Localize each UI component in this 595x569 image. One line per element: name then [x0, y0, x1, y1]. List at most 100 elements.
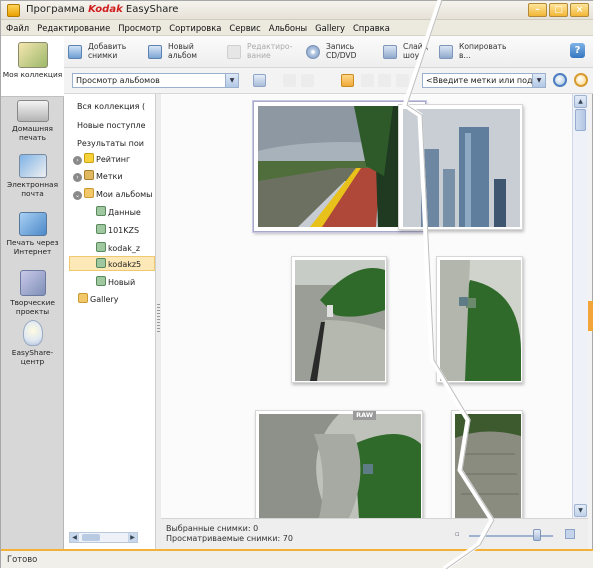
tag-search-input[interactable]: <Введите метки или под ▼ — [422, 73, 546, 88]
splitter-grip[interactable] — [157, 304, 160, 334]
nav-online-print-label: Печать через Интернет — [6, 238, 59, 256]
embankment-rotated-photo — [440, 260, 521, 381]
title-bar[interactable]: Программа Kodak EasyShare – □ × — [1, 1, 593, 20]
collapse-icon[interactable]: ⌄ — [73, 191, 82, 200]
zoom-out-icon[interactable]: ▫ — [455, 530, 463, 538]
raw-badge: RAW — [353, 411, 376, 420]
new-album-label: Новый альбом — [168, 42, 198, 60]
slideshow-icon — [383, 45, 397, 59]
skyscrapers-photo — [403, 109, 520, 227]
embankment-raw-photo — [259, 414, 421, 518]
tree-item-album-selected[interactable]: kodakz5 — [69, 256, 155, 271]
nav-easyshare-center-label: EasyShare-центр — [11, 348, 54, 366]
vertical-scroll-thumb[interactable] — [575, 109, 586, 131]
view-mode-value: Просмотр альбомов — [76, 76, 160, 85]
promenade-photo — [258, 106, 421, 227]
tree-item-album[interactable]: 101KZS — [96, 223, 139, 238]
menu-view[interactable]: Просмотр — [118, 23, 161, 33]
chevron-down-icon: ▼ — [225, 74, 238, 87]
scroll-up-icon[interactable]: ▲ — [574, 95, 587, 108]
scroll-down-icon[interactable]: ▼ — [574, 504, 587, 517]
thumbnail-embankment[interactable] — [291, 256, 387, 383]
tree-item-search-results[interactable]: Результаты пои — [77, 136, 144, 151]
thumbnail-embankment-rotated[interactable] — [436, 256, 523, 383]
expand-icon[interactable]: › — [73, 156, 82, 165]
edit-icon — [227, 45, 241, 59]
menu-gallery[interactable]: Gallery — [315, 23, 345, 33]
rotate-left-icon[interactable] — [283, 74, 296, 87]
menu-file[interactable]: Файл — [6, 23, 29, 33]
grid-view-icon[interactable] — [341, 74, 354, 87]
menu-help[interactable]: Справка — [353, 23, 390, 33]
creative-projects-icon — [19, 270, 46, 296]
app-window: Программа Kodak EasyShare – □ × Файл Ред… — [0, 0, 593, 568]
scroll-thumb[interactable] — [82, 534, 100, 541]
zoom-knob[interactable] — [533, 529, 541, 541]
maximize-button[interactable]: □ — [549, 3, 568, 17]
status-bar: Готово — [1, 549, 593, 568]
disc-icon — [306, 45, 320, 59]
tree-item-album[interactable]: Новый — [96, 275, 135, 290]
thumbnail-skyscrapers[interactable] — [398, 104, 523, 230]
nav-home-print[interactable]: Домашняя печать — [1, 100, 64, 146]
minimize-button[interactable]: – — [528, 3, 547, 17]
tree-item-album[interactable]: Данные — [96, 205, 141, 220]
tree-item-gallery[interactable]: Gallery — [78, 292, 119, 307]
list-view-icon[interactable] — [253, 74, 266, 87]
thumbnail-embankment-raw[interactable]: RAW — [255, 410, 423, 520]
album-icon — [96, 242, 106, 252]
expand-icon[interactable]: › — [73, 173, 82, 182]
nav-online-print[interactable]: Печать через Интернет — [1, 212, 64, 264]
online-print-icon — [18, 212, 47, 236]
embankment-photo — [295, 260, 385, 381]
search-icon[interactable] — [553, 73, 567, 87]
star-rating-icon[interactable] — [361, 74, 374, 87]
help-button[interactable]: ? — [570, 43, 585, 58]
view-toolbar: Просмотр альбомов ▼ <Введите метки или п… — [64, 68, 593, 94]
scroll-right-icon[interactable]: ▶ — [128, 533, 137, 542]
image-icon[interactable] — [378, 74, 391, 87]
my-collection-icon — [17, 42, 48, 68]
tree-item-new-arrivals[interactable]: Новые поступле — [77, 118, 146, 133]
menu-sort[interactable]: Сортировка — [169, 23, 221, 33]
nav-creative-projects-label: Творческие проекты — [10, 298, 55, 316]
album-icon — [96, 258, 106, 268]
advanced-search-icon[interactable] — [574, 73, 588, 87]
thumbnail-stone-wall[interactable] — [451, 410, 523, 520]
tree-item-rating[interactable]: › Рейтинг — [73, 152, 130, 167]
close-button[interactable]: × — [570, 3, 589, 17]
home-print-icon — [16, 100, 49, 122]
album-icon — [96, 276, 106, 286]
new-album-icon — [148, 45, 162, 59]
nav-email[interactable]: Электронная почта — [1, 154, 64, 204]
tree-item-my-albums[interactable]: ⌄ Мои альбомы — [73, 187, 152, 202]
menu-edit[interactable]: Редактирование — [37, 23, 110, 33]
rotate-right-icon[interactable] — [301, 74, 314, 87]
nav-creative-projects[interactable]: Творческие проекты — [1, 270, 64, 322]
menu-albums[interactable]: Альбоны — [269, 23, 307, 33]
nav-easyshare-center[interactable]: EasyShare-центр — [1, 320, 64, 372]
refresh-icon[interactable] — [396, 74, 409, 87]
view-mode-select[interactable]: Просмотр альбомов ▼ — [72, 73, 239, 88]
tree-item-all-collection[interactable]: Вся коллекция ( — [77, 99, 145, 114]
tag-search-placeholder: <Введите метки или под — [426, 76, 533, 85]
email-icon — [18, 154, 47, 178]
tree-item-tags[interactable]: › Метки — [73, 169, 123, 184]
menu-tools[interactable]: Сервис — [229, 23, 260, 33]
tag-dropdown-chevron-icon: ▼ — [532, 74, 545, 87]
viewed-photos-count: Просматриваемые снимки: 70 — [166, 534, 293, 543]
side-panel-tab[interactable] — [588, 301, 593, 331]
star-icon — [84, 153, 94, 163]
grid-vertical-scrollbar[interactable]: ▲ ▼ — [572, 94, 588, 518]
scroll-left-icon[interactable]: ◀ — [70, 533, 79, 542]
zoom-slider[interactable]: ▫ — [455, 529, 575, 541]
tree-item-album[interactable]: kodak_z — [96, 241, 140, 256]
add-photos-label: Добавить снимки — [88, 42, 127, 60]
burn-cd-label: Запись CD/DVD — [326, 42, 357, 60]
tree-horizontal-scrollbar[interactable]: ◀ ▶ — [69, 532, 138, 543]
left-navigation: Моя коллекция Домашняя печать Электронна… — [1, 36, 64, 549]
nav-my-collection[interactable]: Моя коллекция — [1, 36, 64, 97]
zoom-in-icon[interactable] — [565, 529, 575, 539]
main-toolbar: Добавить снимки Новый альбом Редактиро- … — [64, 36, 593, 68]
copy-to-icon — [439, 45, 453, 59]
